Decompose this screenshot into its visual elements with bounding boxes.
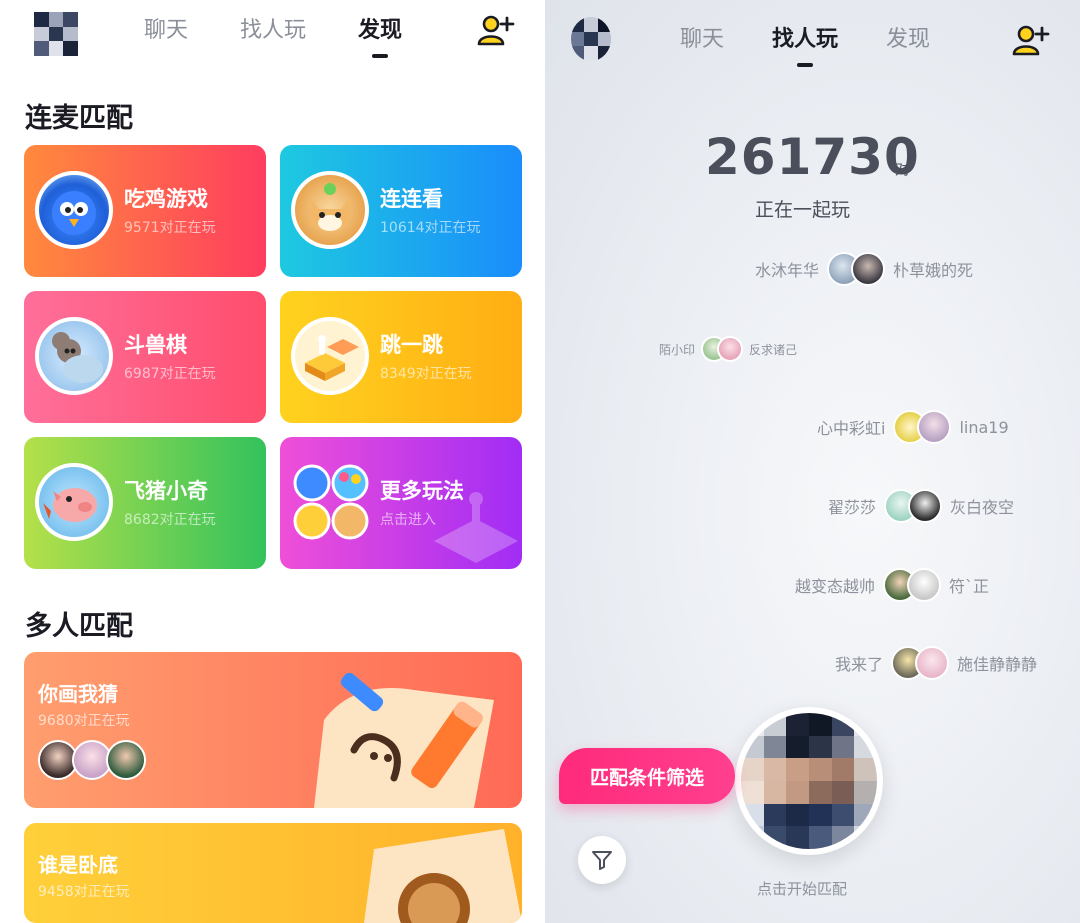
discover-screen: 聊天 找人玩 发现 连麦匹配 吃鸡游戏 9571对正在玩 连连看 10614对正… [0,0,545,923]
game-card-undercover[interactable]: 谁是卧底 9458对正在玩 [24,823,522,923]
game-card-animal-chess[interactable]: 斗兽棋 6987对正在玩 [24,291,266,423]
player-a-name: 心中彩虹i [817,419,886,438]
playing-pair: 水沐年华 朴草娥的死 [755,252,973,286]
game-name: 斗兽棋 [124,333,187,357]
game-count: 9458对正在玩 [38,884,130,900]
filter-button[interactable] [578,836,626,884]
game-name: 吃鸡游戏 [124,187,208,211]
game-thumb-cat [291,171,369,249]
pair-avatars [891,646,950,680]
section-title-group-match: 多人匹配 [25,611,133,642]
tab-discover[interactable]: 发现 [886,25,930,55]
player-b-name: 反求诸己 [749,342,798,357]
game-card-more[interactable]: 更多玩法 点击进入 [280,437,522,569]
tab-find-players[interactable]: 找人玩 [240,16,306,46]
player-avatar [106,740,146,780]
player-b-name: lina19 [959,417,1009,437]
player-avatar [907,568,942,602]
playing-pairs-count: 261730 [705,128,920,186]
draw-guess-illustration [314,672,494,808]
player-avatar [908,489,943,523]
top-nav: 聊天 找人玩 发现 [144,16,402,58]
tab-discover[interactable]: 发现 [358,16,402,58]
game-hint: 点击进入 [380,512,436,528]
player-b-name: 灰白夜空 [950,498,1015,517]
game-card-chicken[interactable]: 吃鸡游戏 9571对正在玩 [24,145,266,277]
tab-chat[interactable]: 聊天 [680,25,724,55]
game-thumb-pig [35,463,113,541]
game-card-flying-pig[interactable]: 飞猪小奇 8682对正在玩 [24,437,266,569]
filter-icon [592,851,612,870]
playing-pair: 越变态越帅 符`正 [795,568,989,602]
game-card-draw-guess[interactable]: 你画我猜 9680对正在玩 [24,652,522,808]
player-a-name: 陌小印 [659,342,696,357]
player-a-name: 越变态越帅 [795,577,876,596]
add-friend-icon[interactable] [1011,22,1051,58]
user-photo [741,713,877,849]
game-thumb-bird [35,171,113,249]
find-players-screen: 聊天 找人玩 发现 261730 对 正在一起玩 水沐年华 朴草娥的死 陌小印 [545,0,1080,923]
tab-find-players[interactable]: 找人玩 [772,25,838,67]
start-match-button[interactable] [735,707,883,855]
player-a-name: 翟莎莎 [828,498,877,517]
game-name: 连连看 [380,187,443,211]
start-match-hint: 点击开始匹配 [757,880,848,898]
user-avatar[interactable] [34,12,78,56]
magnifier-illustration [364,829,522,923]
player-b-name: 符`正 [949,577,990,596]
more-games-icons [293,464,369,540]
player-avatar [917,410,952,444]
pair-avatars [884,489,943,523]
game-thumb-blocks [291,317,369,395]
game-count: 9680对正在玩 [38,713,130,729]
screenshot-root: 聊天 找人玩 发现 连麦匹配 吃鸡游戏 9571对正在玩 连连看 10614对正… [0,0,1080,923]
pairs-unit: 对 [895,160,911,178]
game-count: 8682对正在玩 [124,512,216,528]
game-count: 6987对正在玩 [124,366,216,382]
user-avatar[interactable] [571,17,611,61]
player-a-name: 我来了 [835,655,884,674]
game-thumb-mouse-elephant [35,317,113,395]
playing-pair: 我来了 施佳静静静 [835,646,1037,680]
player-avatar [717,336,744,362]
player-b-name: 施佳静静静 [957,655,1038,674]
game-count: 9571对正在玩 [124,220,216,236]
match-filter-button[interactable]: 匹配条件筛选 [559,748,735,804]
game-name: 飞猪小奇 [124,479,208,503]
pair-avatars [827,252,886,286]
game-card-link[interactable]: 连连看 10614对正在玩 [280,145,522,277]
playing-pair: 心中彩虹i lina19 [817,410,1009,444]
player-b-name: 朴草娥的死 [893,261,974,280]
game-count: 8349对正在玩 [380,366,472,382]
section-title-voice-match: 连麦匹配 [25,103,133,134]
game-count: 10614对正在玩 [380,220,481,236]
tab-chat[interactable]: 聊天 [144,16,188,46]
game-name: 谁是卧底 [38,853,118,877]
game-card-jump[interactable]: 跳一跳 8349对正在玩 [280,291,522,423]
add-friend-icon[interactable] [476,12,516,48]
player-avatar [915,646,950,680]
player-avatar [851,252,886,286]
top-nav: 聊天 找人玩 发现 [680,25,930,67]
playing-pair: 陌小印 反求诸己 [659,336,797,362]
playing-together-label: 正在一起玩 [755,199,851,221]
game-name: 跳一跳 [380,333,443,357]
player-a-name: 水沐年华 [755,261,820,280]
playing-pair: 翟莎莎 灰白夜空 [828,489,1014,523]
game-name: 你画我猜 [38,682,118,706]
game-name: 更多玩法 [380,479,464,503]
pair-avatars [893,410,952,444]
pair-avatars [701,336,744,362]
pair-avatars [883,568,942,602]
